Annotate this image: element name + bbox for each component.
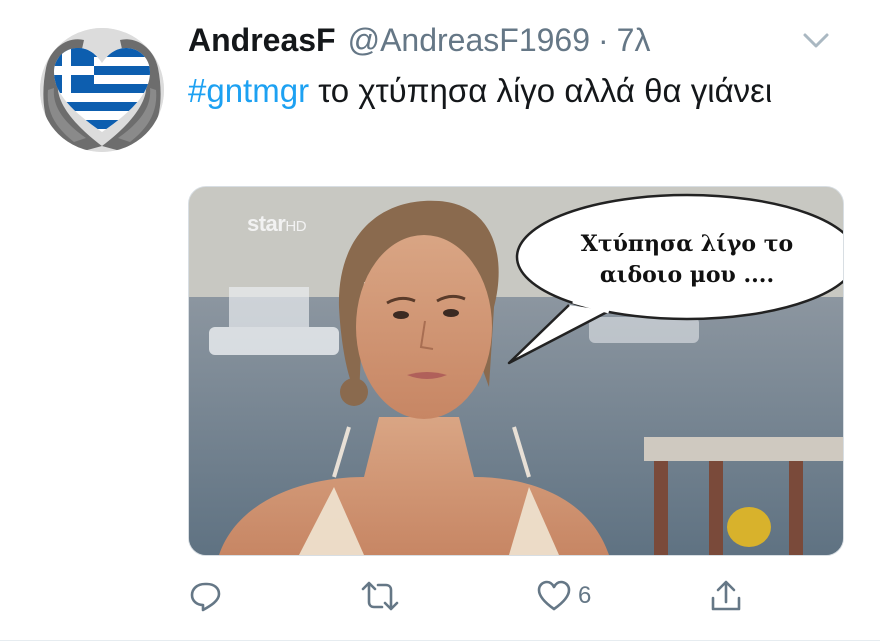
tweet-action-bar: 6 (188, 572, 788, 620)
separator-dot: · (598, 21, 609, 58)
tweet-media-image[interactable]: starHD Χτύπησα λίγο το αιδοιο μου .... (188, 186, 844, 556)
reply-button[interactable] (188, 572, 224, 620)
hashtag-link[interactable]: #gntmgr (188, 72, 309, 109)
like-count: 6 (578, 582, 592, 609)
tweet-text: #gntmgr το χτύπησα λίγο αλλά θα γιάνει (188, 68, 828, 114)
speech-bubble-text: Χτύπησα λίγο το αιδοιο μου .... (543, 229, 831, 291)
display-name[interactable]: AndreasF (188, 22, 336, 59)
retweet-icon (361, 581, 399, 611)
share-button[interactable] (708, 572, 744, 620)
heart-icon (537, 580, 571, 611)
tweet-timestamp[interactable]: 7λ (617, 22, 651, 59)
star-hd-watermark: starHD (247, 211, 307, 236)
share-icon (711, 580, 741, 611)
reply-icon (190, 582, 221, 612)
greek-flag-heart-avatar-image (40, 28, 164, 152)
tweet-body: το χτύπησα λίγο αλλά θα γιάνει (309, 72, 773, 109)
speech-bubble-line-1: Χτύπησα λίγο το (580, 231, 794, 257)
retweet-button[interactable] (360, 572, 400, 620)
avatar[interactable] (40, 28, 164, 152)
like-button[interactable]: 6 (536, 572, 591, 620)
tweet-header: AndreasF @AndreasF1969 · 7λ (188, 14, 840, 66)
user-handle[interactable]: @AndreasF1969 (348, 22, 590, 59)
chevron-down-icon[interactable] (800, 26, 832, 54)
speech-bubble-line-2: αιδοιο μου .... (599, 262, 775, 288)
